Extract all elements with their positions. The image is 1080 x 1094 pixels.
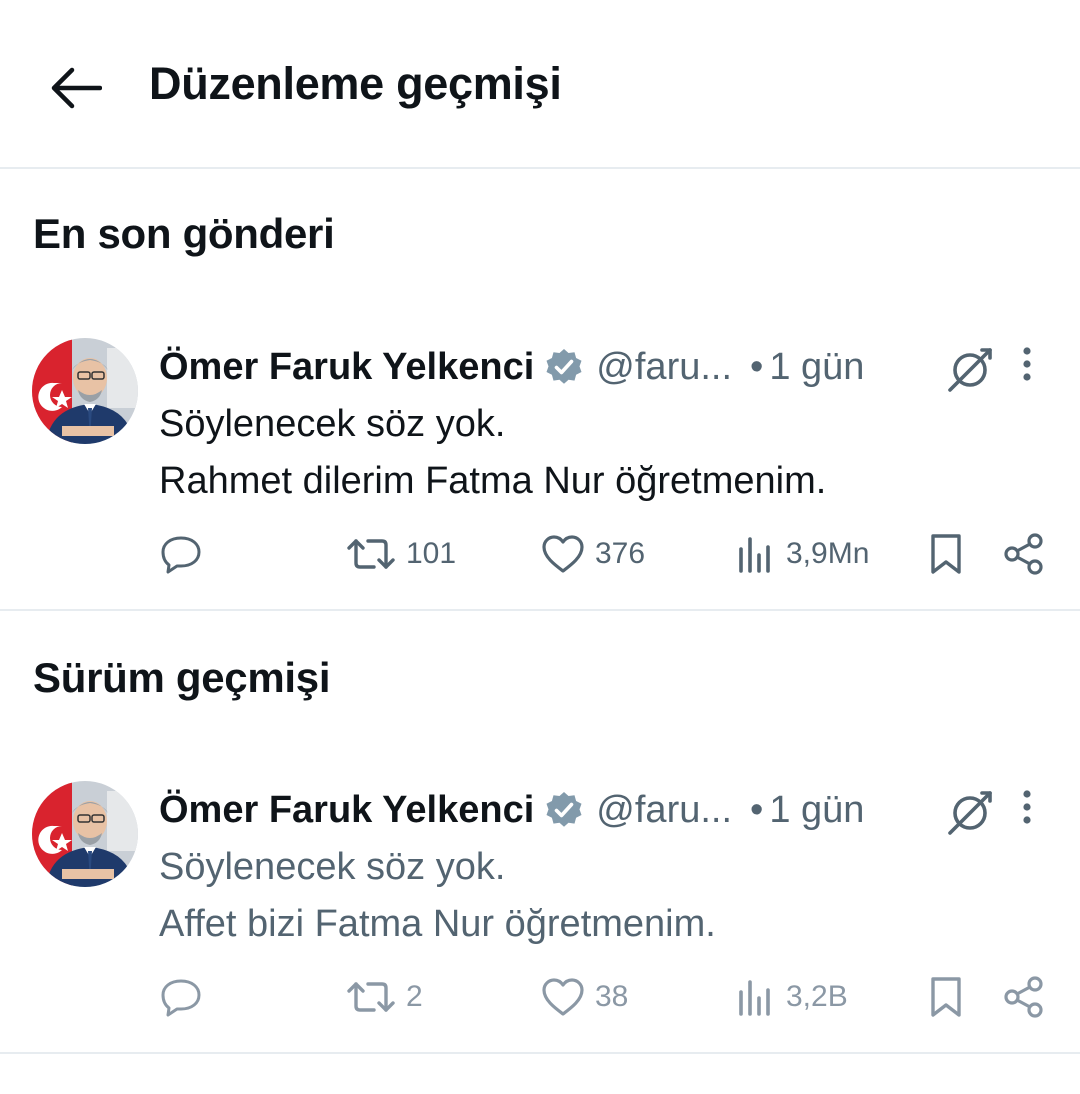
bookmark-button[interactable] <box>928 971 964 1023</box>
version-history-heading: Sürüm geçmişi <box>33 654 331 701</box>
bookmark-button[interactable] <box>928 528 964 580</box>
avatar-image <box>32 781 138 887</box>
post-text-line: Rahmet dilerim Fatma Nur öğretmenim. <box>159 460 827 502</box>
retweet-count: 2 <box>406 980 423 1013</box>
post-text-line: Söylenecek söz yok. <box>159 403 506 445</box>
retweet-icon <box>347 539 395 569</box>
arrow-left-icon <box>51 67 102 109</box>
verified-badge-icon <box>546 792 582 827</box>
like-button[interactable]: 376 <box>541 528 645 580</box>
retweet-count: 101 <box>406 537 457 570</box>
views-button[interactable]: 3,9Mn <box>736 528 869 580</box>
views-count: 3,9Mn <box>786 537 870 570</box>
post-actions: 101 376 3,9Mn <box>0 528 1080 580</box>
views-count: 3,2B <box>786 980 848 1013</box>
separator-dot: • <box>750 788 764 831</box>
edited-icon[interactable] <box>946 789 994 837</box>
post-time[interactable]: 1 gün <box>769 789 864 832</box>
like-count: 376 <box>595 537 646 570</box>
author-handle[interactable]: @faru... <box>596 789 732 832</box>
reply-icon <box>161 536 201 574</box>
author-name[interactable]: Ömer Faruk Yelkenci <box>159 346 534 389</box>
section-divider <box>0 609 1080 611</box>
section-divider <box>0 1052 1080 1054</box>
share-button[interactable] <box>1002 528 1046 580</box>
reply-icon <box>161 979 201 1017</box>
post-text-line: Affet bizi Fatma Nur öğretmenim. <box>159 903 716 945</box>
reply-button[interactable] <box>160 528 202 580</box>
post-text: Söylenecek söz yok. Affet bizi Fatma Nur… <box>159 839 1039 953</box>
post-author-line: Ömer Faruk Yelkenci @faru... • 1 gün <box>159 342 864 392</box>
latest-post-heading: En son gönderi <box>33 210 335 257</box>
separator-dot: • <box>750 345 764 388</box>
post-text: Söylenecek söz yok. Rahmet dilerim Fatma… <box>159 396 1039 510</box>
author-name[interactable]: Ömer Faruk Yelkenci <box>159 789 534 832</box>
bookmark-icon <box>931 534 961 574</box>
like-icon <box>542 535 584 573</box>
share-icon <box>1004 976 1043 1018</box>
views-button[interactable]: 3,2B <box>736 971 848 1023</box>
like-count: 38 <box>595 980 629 1013</box>
like-button[interactable]: 38 <box>541 971 628 1023</box>
like-icon <box>542 978 584 1016</box>
retweet-button[interactable]: 101 <box>346 528 456 580</box>
edited-icon[interactable] <box>946 346 994 394</box>
avatar[interactable] <box>32 781 138 887</box>
author-handle[interactable]: @faru... <box>596 346 732 389</box>
avatar[interactable] <box>32 338 138 444</box>
verified-badge-icon <box>546 349 582 384</box>
views-icon <box>739 537 770 573</box>
more-vertical-icon[interactable] <box>1010 344 1044 384</box>
retweet-button[interactable]: 2 <box>346 971 423 1023</box>
views-icon <box>739 980 770 1016</box>
post-time[interactable]: 1 gün <box>769 346 864 389</box>
top-bar: Düzenleme geçmişi <box>0 0 1080 169</box>
share-icon <box>1004 533 1043 575</box>
reply-button[interactable] <box>160 971 202 1023</box>
retweet-icon <box>347 982 395 1012</box>
bookmark-icon <box>931 977 961 1017</box>
share-button[interactable] <box>1002 971 1046 1023</box>
back-button[interactable] <box>40 52 112 124</box>
post-text-line: Söylenecek söz yok. <box>159 846 506 888</box>
page-title: Düzenleme geçmişi <box>149 58 562 109</box>
avatar-image <box>32 338 138 444</box>
post-author-line: Ömer Faruk Yelkenci @faru... • 1 gün <box>159 785 864 835</box>
more-vertical-icon[interactable] <box>1010 787 1044 827</box>
post-actions: 2 38 3,2B <box>0 971 1080 1023</box>
